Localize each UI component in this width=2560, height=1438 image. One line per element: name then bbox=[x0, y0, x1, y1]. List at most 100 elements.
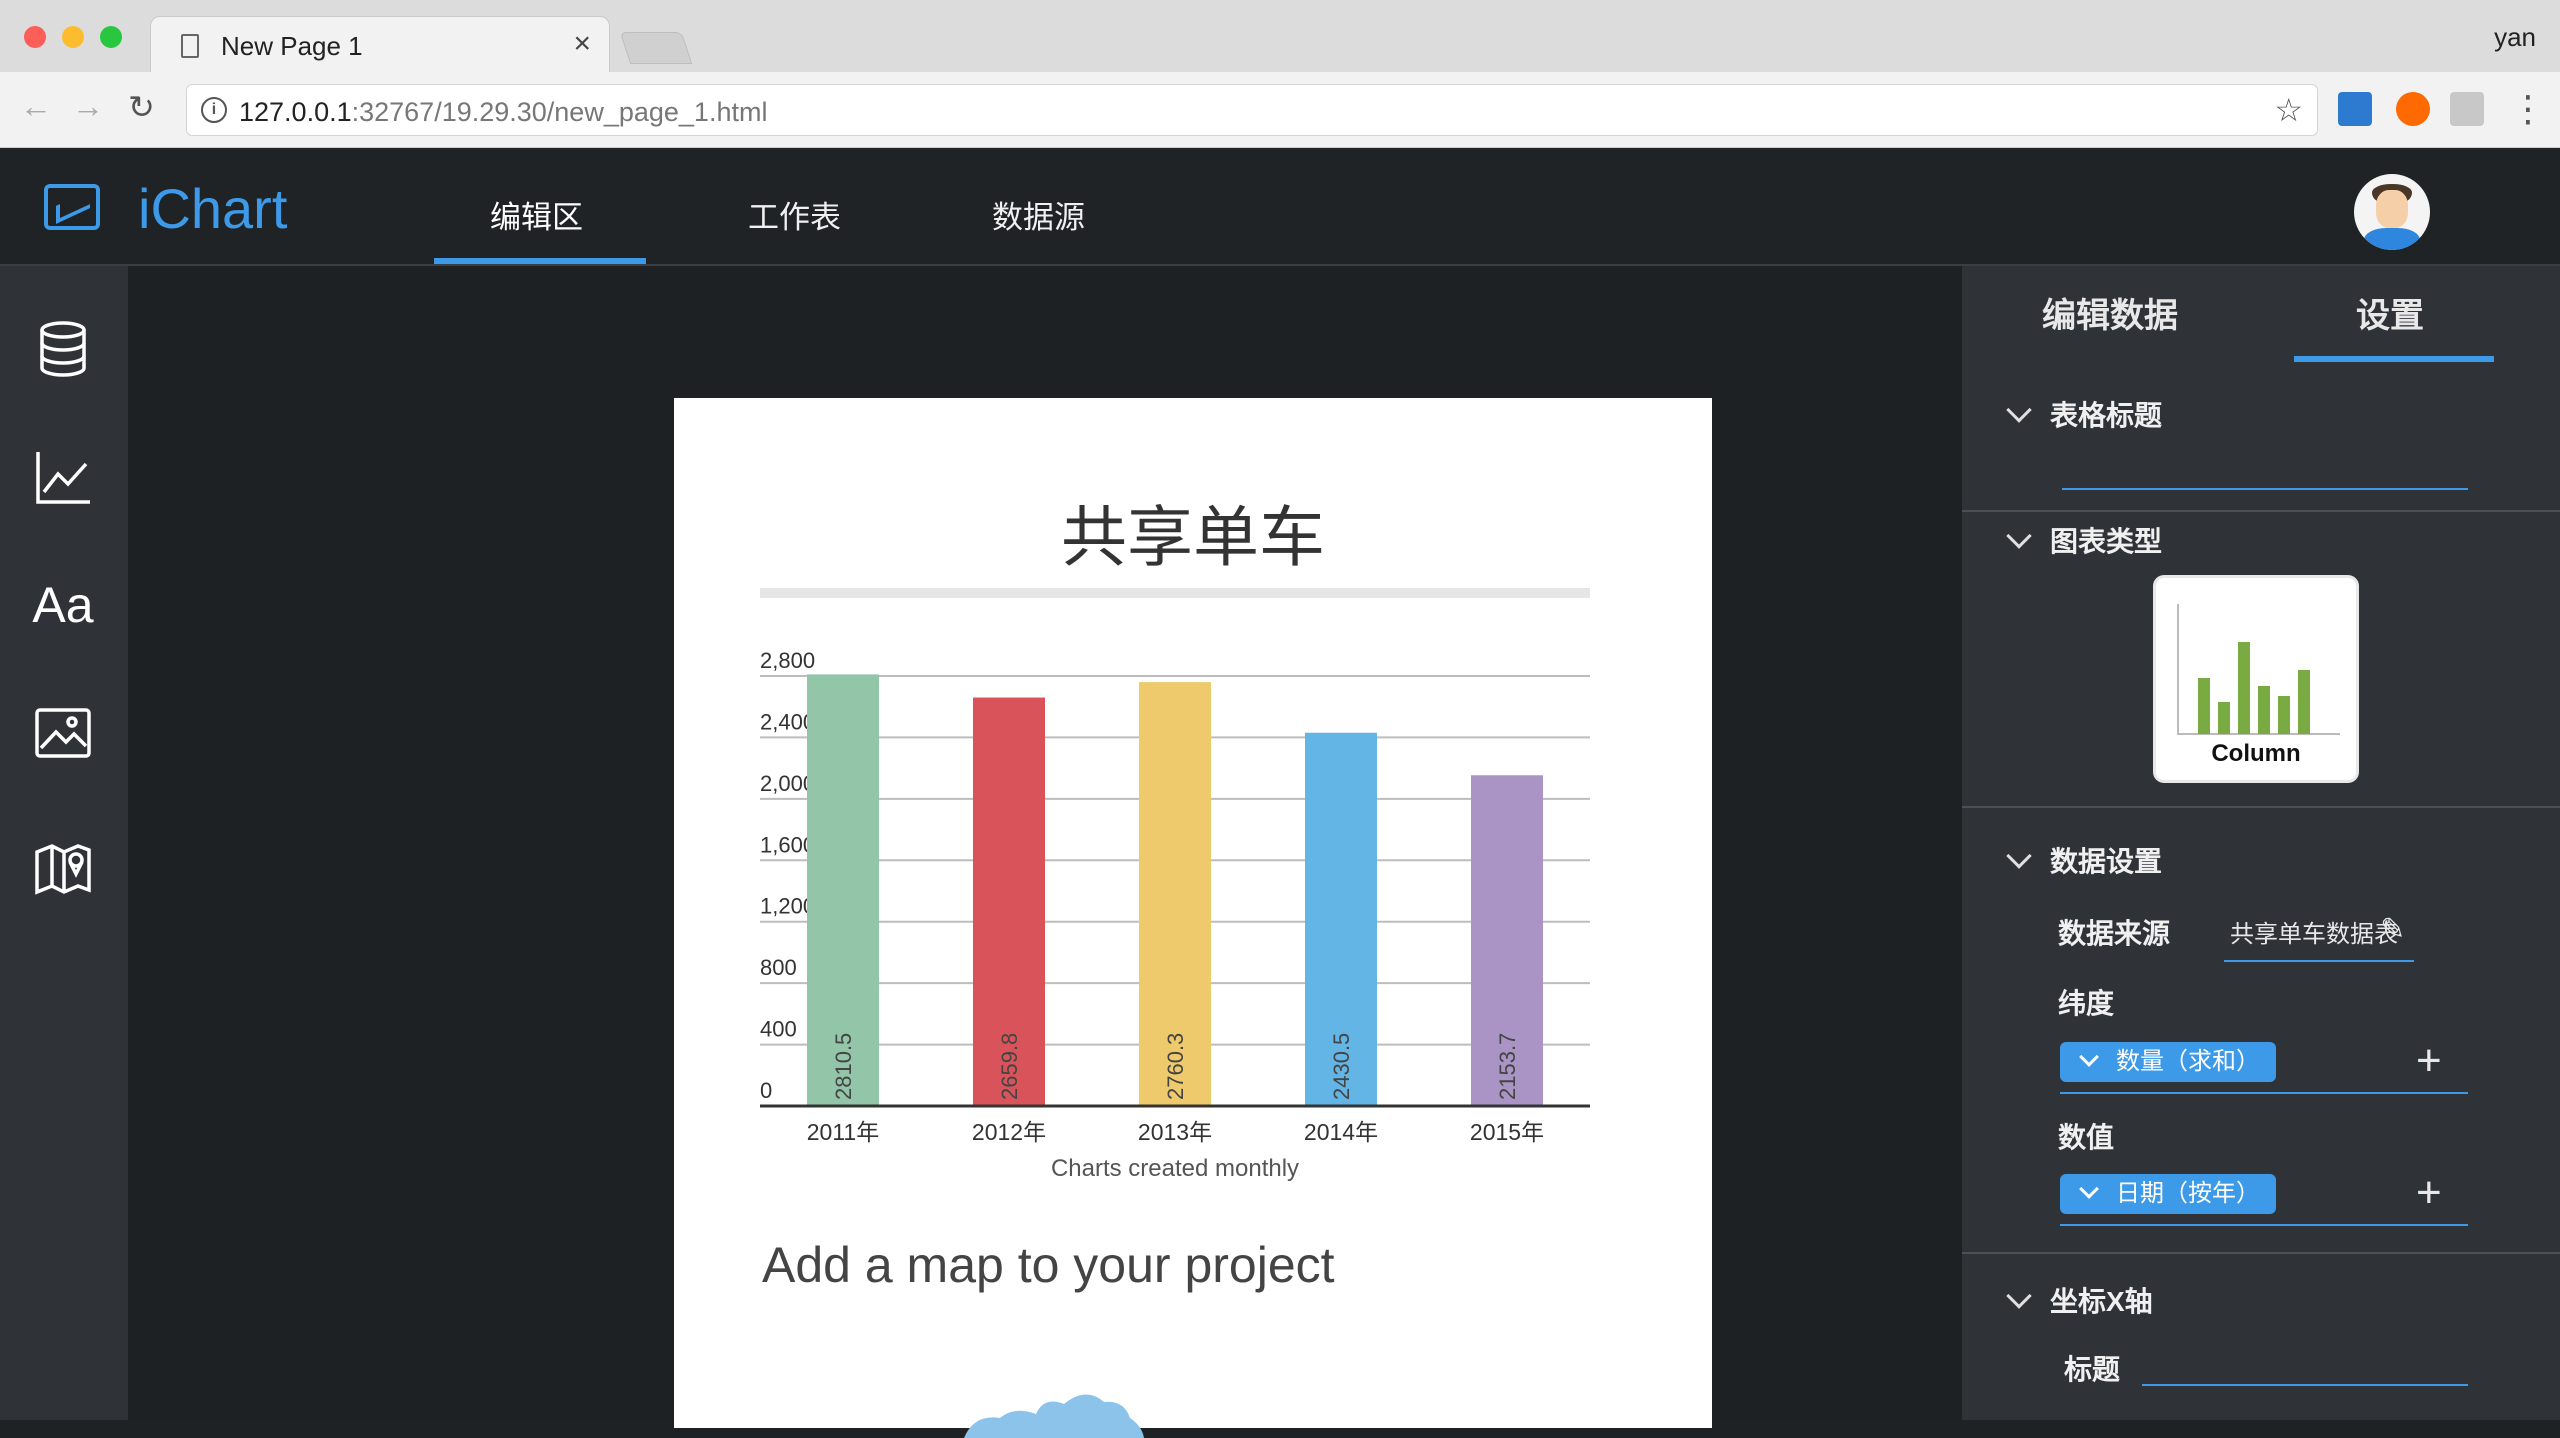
chip-label: 日期（按年） bbox=[2116, 1180, 2260, 1207]
chevron-down-icon bbox=[2006, 397, 2032, 423]
tab-title: New Page 1 bbox=[221, 31, 363, 61]
chevron-down-icon bbox=[2079, 1047, 2099, 1067]
nav-tab-datasource[interactable]: 数据源 bbox=[992, 192, 1085, 237]
y-tick-label: 2,400 bbox=[760, 709, 815, 734]
dimension-label: 纬度 bbox=[2058, 988, 2115, 1019]
x-tick-label: 2012年 bbox=[972, 1119, 1046, 1145]
value-label: 数值 bbox=[2058, 1122, 2115, 1153]
avatar[interactable] bbox=[2354, 174, 2430, 250]
new-tab-button[interactable] bbox=[619, 32, 693, 64]
map-heading[interactable]: Add a map to your project bbox=[762, 1236, 1335, 1294]
section-data-settings[interactable]: 数据设置 bbox=[2006, 840, 2163, 880]
reload-button[interactable]: ↻ bbox=[128, 88, 155, 126]
table-title-input[interactable] bbox=[2062, 488, 2468, 490]
dimension-chip[interactable]: 数量（求和） bbox=[2060, 1042, 2276, 1082]
chevron-down-icon bbox=[2006, 1283, 2032, 1309]
x-axis-title-label: 标题 bbox=[2064, 1354, 2121, 1385]
section-divider bbox=[1962, 1252, 2560, 1254]
chevron-down-icon bbox=[2079, 1179, 2099, 1199]
tab-close-button[interactable]: × bbox=[573, 27, 591, 61]
editor-canvas[interactable]: 共享单车 0 400 800 1,200 1,600 2,000 2,400 2,800 281… bbox=[128, 266, 1962, 1438]
x-axis-title-input[interactable] bbox=[2142, 1384, 2468, 1386]
browser-menu-icon[interactable]: ⋮ bbox=[2510, 88, 2546, 130]
profile-name[interactable]: yan bbox=[2494, 22, 2536, 53]
avatar-body bbox=[2364, 228, 2420, 250]
avatar-face bbox=[2376, 190, 2408, 228]
x-tick-label: 2015年 bbox=[1470, 1119, 1544, 1145]
browser-tab-bar: New Page 1 × yan bbox=[0, 0, 2560, 74]
add-dimension-button[interactable]: + bbox=[2416, 1036, 2442, 1086]
y-tick-label: 2,000 bbox=[760, 771, 815, 796]
value-chip[interactable]: 日期（按年） bbox=[2060, 1174, 2276, 1214]
value-underline bbox=[2060, 1224, 2468, 1226]
section-label: 坐标X轴 bbox=[2050, 1286, 2153, 1317]
url-host: 127.0.0.1 bbox=[239, 97, 352, 127]
url-input[interactable]: i 127.0.0.1:32767/19.29.30/new_page_1.ht… bbox=[186, 84, 2318, 136]
data-source-value[interactable]: 共享单车数据表 bbox=[2230, 914, 2398, 949]
x-tick-label: 2014年 bbox=[1304, 1119, 1378, 1145]
y-tick-label: 1,600 bbox=[760, 832, 815, 857]
logo-icon bbox=[44, 184, 100, 230]
section-divider bbox=[1962, 510, 2560, 512]
data-source-underline bbox=[2224, 960, 2414, 962]
y-tick-label: 400 bbox=[760, 1017, 797, 1042]
x-axis-title: Charts created monthly bbox=[1051, 1155, 1299, 1182]
forward-button[interactable]: → bbox=[72, 88, 104, 125]
bar-data-label: 2810.5 bbox=[831, 1033, 856, 1100]
extension-s-icon[interactable] bbox=[2338, 92, 2372, 126]
back-button[interactable]: ← bbox=[20, 88, 52, 125]
section-label: 表格标题 bbox=[2050, 400, 2163, 431]
database-icon[interactable] bbox=[32, 318, 94, 380]
section-x-axis[interactable]: 坐标X轴 bbox=[2006, 1280, 2153, 1320]
url-path: :32767/19.29.30/new_page_1.html bbox=[351, 97, 768, 127]
page-icon bbox=[181, 34, 199, 58]
data-source-label: 数据来源 bbox=[2058, 918, 2171, 949]
bar-data-label: 2153.7 bbox=[1495, 1033, 1520, 1100]
chart-type-label: Column bbox=[2211, 740, 2301, 767]
y-tick-label: 0 bbox=[760, 1078, 772, 1103]
section-chart-type[interactable]: 图表类型 bbox=[2006, 520, 2162, 560]
bar-data-label: 2760.3 bbox=[1163, 1033, 1188, 1100]
nav-tab-editor[interactable]: 编辑区 bbox=[490, 192, 583, 237]
chevron-down-icon bbox=[2006, 843, 2032, 869]
active-nav-indicator bbox=[434, 258, 646, 264]
nav-tab-worksheet[interactable]: 工作表 bbox=[748, 192, 841, 237]
y-tick-label: 2,800 bbox=[760, 648, 815, 673]
y-tick-label: 1,200 bbox=[760, 894, 815, 919]
section-table-title[interactable]: 表格标题 bbox=[2006, 394, 2163, 434]
window-close-button[interactable] bbox=[24, 26, 46, 48]
x-tick-label: 2013年 bbox=[1138, 1119, 1212, 1145]
app-logo-text[interactable]: iChart bbox=[138, 176, 287, 241]
map-icon[interactable] bbox=[32, 836, 94, 898]
address-bar: ← → ↻ i 127.0.0.1:32767/19.29.30/new_pag… bbox=[0, 72, 2560, 148]
site-info-icon[interactable]: i bbox=[201, 97, 227, 123]
extension-infinity-icon[interactable] bbox=[2396, 92, 2430, 126]
map-preview-icon bbox=[964, 1394, 1144, 1438]
bar-data-label: 2659.8 bbox=[997, 1033, 1022, 1100]
active-tab-indicator bbox=[2294, 356, 2494, 362]
extension-image-icon[interactable] bbox=[2450, 92, 2484, 126]
browser-tab[interactable]: New Page 1 × bbox=[150, 16, 610, 74]
section-label: 数据设置 bbox=[2050, 846, 2163, 877]
window-maximize-button[interactable] bbox=[100, 26, 122, 48]
tab-edit-data[interactable]: 编辑数据 bbox=[2042, 288, 2178, 337]
settings-panel: 编辑数据 设置 表格标题 图表类型 Column 数据设置 数据来源 共享单车数… bbox=[1962, 266, 2560, 1420]
chart-page[interactable]: 共享单车 0 400 800 1,200 1,600 2,000 2,400 2,800 281… bbox=[674, 398, 1712, 1438]
add-value-button[interactable]: + bbox=[2416, 1168, 2442, 1218]
line-chart-icon[interactable] bbox=[32, 446, 94, 508]
y-tick-label: 800 bbox=[760, 955, 797, 980]
image-icon[interactable] bbox=[32, 702, 94, 764]
text-icon[interactable]: Aa bbox=[32, 574, 94, 636]
bookmark-star-icon[interactable]: ☆ bbox=[2274, 91, 2303, 129]
edit-pencil-icon[interactable]: ✎ bbox=[2380, 912, 2405, 947]
app-header: iChart 编辑区 工作表 数据源 bbox=[0, 148, 2560, 266]
chart-type-column-card[interactable]: Column bbox=[2156, 578, 2356, 780]
chevron-down-icon bbox=[2006, 523, 2032, 549]
window-minimize-button[interactable] bbox=[62, 26, 84, 48]
bar-chart[interactable]: 0 400 800 1,200 1,600 2,000 2,400 2,800 2810.5 20… bbox=[674, 398, 1712, 1218]
dimension-underline bbox=[2060, 1092, 2468, 1094]
column-chart-icon bbox=[2177, 604, 2340, 735]
section-divider bbox=[1962, 806, 2560, 808]
tab-settings[interactable]: 设置 bbox=[2356, 288, 2424, 337]
bar-data-label: 2430.5 bbox=[1329, 1033, 1354, 1100]
